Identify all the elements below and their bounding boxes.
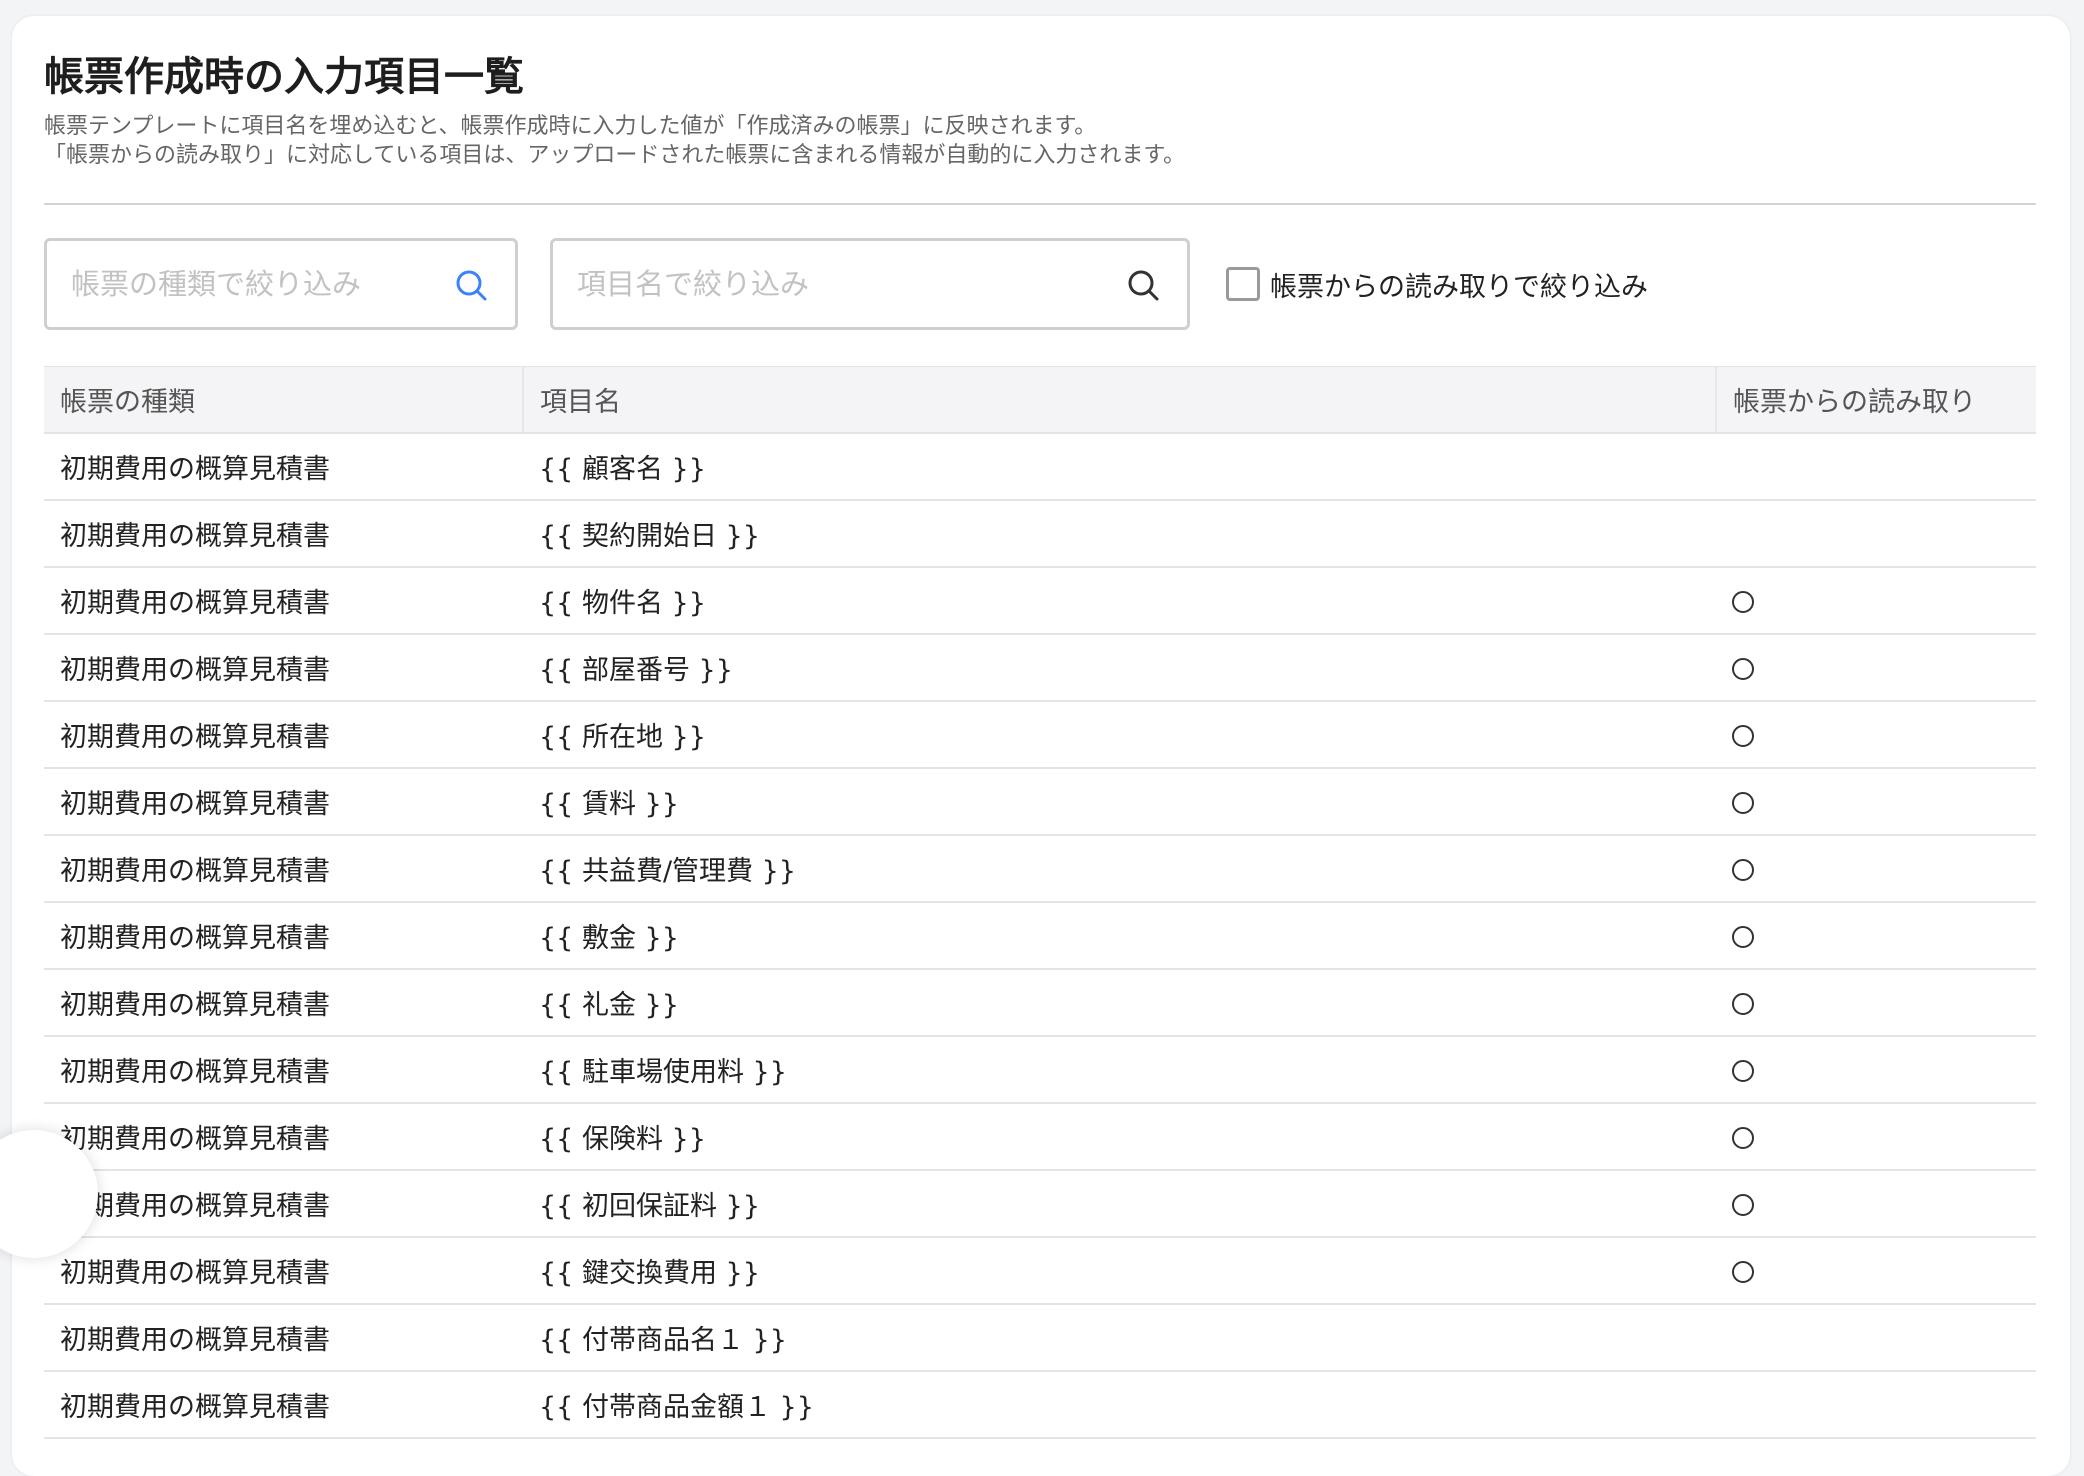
table-row[interactable]: 初期費用の概算見積書{{ 保険料 }} [44,1103,2036,1171]
table-row[interactable]: 初期費用の概算見積書{{ 賃料 }} [44,768,2036,836]
cell-item-name: {{ 駐車場使用料 }} [523,1036,1716,1104]
cell-ocr [1716,835,2036,903]
ocr-supported-mark [1732,925,1754,948]
cell-form-type: 初期費用の概算見積書 [44,835,523,903]
cell-form-type: 初期費用の概算見積書 [44,1304,523,1372]
cell-form-type: 初期費用の概算見積書 [44,902,523,970]
cell-form-type: 初期費用の概算見積書 [44,1371,523,1439]
ocr-supported-mark [1732,724,1754,747]
ocr-supported-mark [1732,1126,1754,1149]
cell-form-type: 初期費用の概算見積書 [44,433,523,501]
cell-item-name: {{ 保険料 }} [523,1103,1716,1171]
cell-form-type: 初期費用の概算見積書 [44,634,523,702]
page-title: 帳票作成時の入力項目一覧 [44,54,524,100]
ocr-supported-mark [1732,657,1754,680]
cell-form-type: 初期費用の概算見積書 [44,1170,523,1238]
table-row[interactable]: 初期費用の概算見積書{{ 付帯商品金額１ }} [44,1371,2036,1439]
page-description: 帳票テンプレートに項目名を埋め込むと、帳票作成時に入力した値が「作成済みの帳票」… [44,112,1185,170]
item-name-filter [550,238,1190,330]
cell-item-name: {{ 敷金 }} [523,902,1716,970]
description-line-1: 帳票テンプレートに項目名を埋め込むと、帳票作成時に入力した値が「作成済みの帳票」… [44,114,1097,139]
ocr-supported-mark [1732,590,1754,613]
cell-form-type: 初期費用の概算見積書 [44,1036,523,1104]
ocr-supported-mark [1732,1260,1754,1283]
form-type-filter [44,238,518,330]
table-row[interactable]: 初期費用の概算見積書{{ 契約開始日 }} [44,500,2036,568]
cell-form-type: 初期費用の概算見積書 [44,1103,523,1171]
table-row[interactable]: 初期費用の概算見積書{{ 部屋番号 }} [44,634,2036,702]
cell-form-type: 初期費用の概算見積書 [44,1237,523,1305]
ocr-filter-toggle[interactable]: 帳票からの読み取りで絞り込み [1226,264,1648,304]
column-header-form-type: 帳票の種類 [44,366,523,434]
cell-form-type: 初期費用の概算見積書 [44,701,523,769]
cell-item-name: {{ 所在地 }} [523,701,1716,769]
table-row[interactable]: 初期費用の概算見積書{{ 敷金 }} [44,902,2036,970]
ocr-filter-checkbox[interactable] [1226,267,1260,301]
ocr-filter-label: 帳票からの読み取りで絞り込み [1270,271,1648,303]
cell-item-name: {{ 礼金 }} [523,969,1716,1037]
cell-ocr [1716,567,2036,635]
cell-item-name: {{ 共益費/管理費 }} [523,835,1716,903]
cell-ocr [1716,1170,2036,1238]
cell-ocr [1716,768,2036,836]
ocr-supported-mark [1732,1193,1754,1216]
cell-item-name: {{ 契約開始日 }} [523,500,1716,568]
form-type-filter-input[interactable] [71,241,441,327]
description-line-2: 「帳票からの読み取り」に対応している項目は、アップロードされた帳票に含まれる情報… [44,143,1186,168]
cell-item-name: {{ 付帯商品金額１ }} [523,1371,1716,1439]
cell-form-type: 初期費用の概算見積書 [44,969,523,1037]
cell-ocr [1716,1036,2036,1104]
ocr-supported-mark [1732,858,1754,881]
cell-item-name: {{ 初回保証料 }} [523,1170,1716,1238]
cell-form-type: 初期費用の概算見積書 [44,567,523,635]
ocr-supported-mark [1732,1059,1754,1082]
items-table: 帳票の種類 項目名 帳票からの読み取り 初期費用の概算見積書{{ 顧客名 }} 初… [44,366,2036,1439]
cell-form-type: 初期費用の概算見積書 [44,768,523,836]
cell-item-name: {{ 賃料 }} [523,768,1716,836]
cell-ocr [1716,969,2036,1037]
table-row[interactable]: 初期費用の概算見積書{{ 所在地 }} [44,701,2036,769]
cell-ocr [1716,500,2036,568]
ocr-supported-mark [1732,992,1754,1015]
table-row[interactable]: 初期費用の概算見積書{{ 駐車場使用料 }} [44,1036,2036,1104]
cell-item-name: {{ 付帯商品名１ }} [523,1304,1716,1372]
table-row[interactable]: 初期費用の概算見積書{{ 共益費/管理費 }} [44,835,2036,903]
cell-item-name: {{ 部屋番号 }} [523,634,1716,702]
cell-ocr [1716,1304,2036,1372]
table-row[interactable]: 初期費用の概算見積書{{ 初回保証料 }} [44,1170,2036,1238]
table-row[interactable]: 初期費用の概算見積書{{ 顧客名 }} [44,433,2036,501]
table-header-row: 帳票の種類 項目名 帳票からの読み取り [44,366,2036,434]
table-row[interactable]: 初期費用の概算見積書{{ 物件名 }} [44,567,2036,635]
ocr-supported-mark [1732,791,1754,814]
cell-ocr [1716,433,2036,501]
column-header-item-name: 項目名 [522,366,1716,434]
cell-item-name: {{ 物件名 }} [523,567,1716,635]
cell-ocr [1716,1103,2036,1171]
cell-ocr [1716,634,2036,702]
column-header-ocr: 帳票からの読み取り [1715,366,2036,434]
item-name-filter-input[interactable] [577,241,1117,327]
table-row[interactable]: 初期費用の概算見積書{{ 付帯商品名１ }} [44,1304,2036,1372]
table-row[interactable]: 初期費用の概算見積書{{ 礼金 }} [44,969,2036,1037]
cell-item-name: {{ 顧客名 }} [523,433,1716,501]
cell-ocr [1716,701,2036,769]
cell-ocr [1716,902,2036,970]
search-icon[interactable] [1125,267,1161,303]
search-icon[interactable] [453,267,489,303]
table-row[interactable]: 初期費用の概算見積書{{ 鍵交換費用 }} [44,1237,2036,1305]
cell-form-type: 初期費用の概算見積書 [44,500,523,568]
cell-item-name: {{ 鍵交換費用 }} [523,1237,1716,1305]
cell-ocr [1716,1237,2036,1305]
divider [44,203,2036,205]
cell-ocr [1716,1371,2036,1439]
